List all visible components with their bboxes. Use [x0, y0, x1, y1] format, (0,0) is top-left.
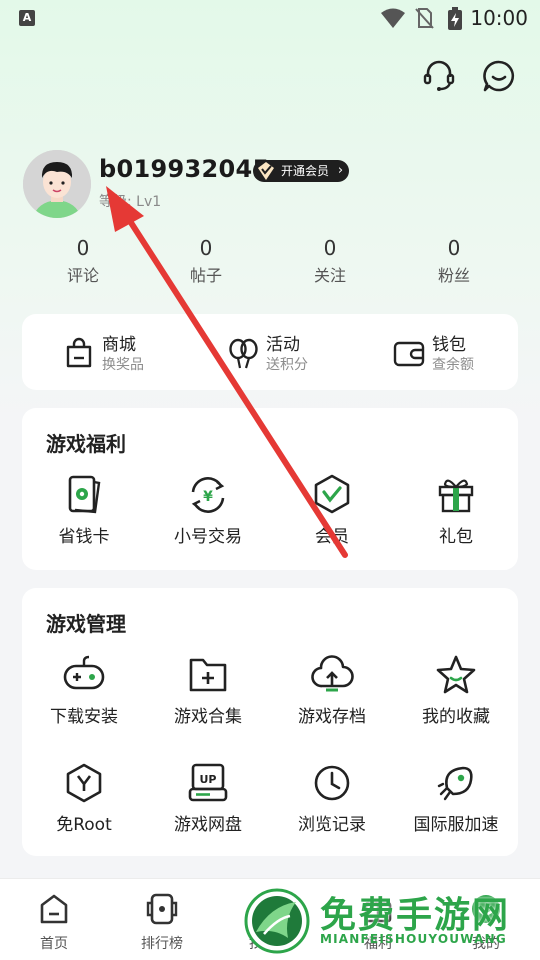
shortcut-subtitle: 查余额	[432, 357, 474, 373]
yuan-exchange-icon: ¥	[191, 477, 225, 513]
grid-item-label: 小号交易	[174, 527, 242, 547]
vip-diamond-icon	[258, 162, 274, 180]
manage-item-favorites[interactable]: 我的收藏	[394, 652, 518, 727]
shortcut-activity[interactable]: 活动 送积分	[226, 328, 346, 376]
rocket-icon	[437, 766, 473, 801]
grid-item-label: 游戏存档	[298, 707, 366, 727]
stat-label: 关注	[313, 266, 346, 285]
username: b019932045	[99, 155, 270, 183]
message-icon[interactable]	[481, 58, 517, 94]
manage-item-history[interactable]: 浏览记录	[270, 760, 394, 835]
game-management-card: 游戏管理 下载安装 游戏合集 游戏存档 我的收藏 免Root UP 游戏网盘 浏…	[22, 588, 518, 856]
avatar[interactable]	[23, 150, 91, 218]
status-bar: A 10:00	[0, 0, 540, 36]
nav-ranking[interactable]: 排行榜	[108, 891, 216, 953]
watermark-subtext: MIANFEISHOUYOUWANG	[320, 932, 507, 946]
welfare-item-account-trade[interactable]: ¥ 小号交易	[146, 472, 270, 547]
grid-item-label: 游戏合集	[174, 707, 242, 727]
nav-home[interactable]: 首页	[0, 891, 108, 953]
stat-label: 评论	[66, 266, 99, 285]
shortcut-subtitle: 换奖品	[102, 357, 144, 373]
wifi-icon	[381, 8, 405, 28]
stat-value: 0	[447, 236, 461, 260]
no-sim-icon	[415, 8, 434, 29]
vip-label: 开通会员	[281, 164, 330, 178]
stat-posts[interactable]: 0 帖子	[156, 234, 256, 290]
user-level: 等级: Lv1	[99, 194, 162, 210]
grid-item-label: 我的收藏	[422, 707, 490, 727]
shortcut-title: 商城	[102, 335, 136, 355]
stat-comments[interactable]: 0 评论	[33, 234, 133, 290]
stat-value: 0	[76, 236, 90, 260]
folder-plus-icon	[189, 658, 227, 692]
y-hexagon-icon	[66, 763, 102, 803]
stat-value: 0	[323, 236, 337, 260]
home-icon	[40, 894, 68, 924]
shortcut-title: 钱包	[432, 335, 466, 355]
grid-item-label: 会员	[315, 527, 349, 547]
vip-open-button[interactable]: 开通会员 ›	[253, 160, 350, 182]
shortcuts-card: 商城 换奖品 活动 送积分 钱包 查余额	[22, 314, 518, 390]
ranking-icon	[146, 893, 178, 925]
grid-item-label: 浏览记录	[298, 815, 366, 835]
star-icon	[436, 655, 476, 694]
nav-label: 排行榜	[141, 936, 183, 952]
manage-item-global-boost[interactable]: 国际服加速	[394, 760, 518, 835]
grid-item-label: 国际服加速	[413, 815, 499, 835]
watermark: 免费手游网 MIANFEISHOUYOUWANG	[244, 886, 540, 956]
user-stats: 0 评论 0 帖子 0 关注 0 粉丝	[22, 234, 518, 294]
vip-shield-icon	[314, 474, 350, 514]
shortcut-subtitle: 送积分	[266, 357, 308, 373]
up-drive-icon: UP	[188, 763, 228, 802]
avatar-illustration	[23, 150, 91, 218]
chevron-right-icon: ›	[337, 163, 344, 178]
cloud-upload-icon	[311, 655, 354, 692]
customer-service-icon[interactable]	[421, 58, 457, 94]
stat-fans[interactable]: 0 粉丝	[404, 234, 504, 290]
gamepad-icon	[63, 655, 105, 690]
gift-icon	[438, 479, 474, 513]
welfare-item-vip[interactable]: 会员	[270, 472, 394, 547]
manage-item-download[interactable]: 下载安装	[22, 652, 146, 727]
grid-item-label: 游戏网盘	[174, 815, 242, 835]
app-notification-icon: A	[19, 10, 35, 26]
manage-item-cloud-drive[interactable]: UP 游戏网盘	[146, 760, 270, 835]
manage-item-no-root[interactable]: 免Root	[22, 760, 146, 835]
welfare-item-gift[interactable]: 礼包	[394, 472, 518, 547]
section-title: 游戏福利	[46, 432, 126, 456]
watermark-logo	[244, 888, 310, 954]
manage-item-saves[interactable]: 游戏存档	[270, 652, 394, 727]
shortcut-mall[interactable]: 商城 换奖品	[62, 328, 182, 376]
section-title: 游戏管理	[46, 612, 126, 636]
stat-following[interactable]: 0 关注	[280, 234, 380, 290]
svg-text:UP: UP	[200, 773, 217, 786]
grid-item-label: 免Root	[56, 815, 112, 835]
shortcut-title: 活动	[266, 335, 300, 355]
svg-text:¥: ¥	[203, 489, 213, 505]
wallet-icon	[393, 341, 425, 367]
battery-charging-icon	[448, 7, 462, 30]
money-card-icon	[68, 475, 101, 514]
stat-value: 0	[199, 236, 213, 260]
grid-item-label: 礼包	[439, 527, 473, 547]
welfare-item-money-card[interactable]: 省钱卡	[22, 472, 146, 547]
stat-label: 粉丝	[437, 266, 470, 285]
nav-label: 首页	[40, 936, 68, 952]
grid-item-label: 省钱卡	[58, 527, 110, 547]
game-welfare-card: 游戏福利 省钱卡 ¥ 小号交易 会员 礼包	[22, 408, 518, 570]
status-time: 10:00	[470, 6, 528, 30]
watermark-text: 免费手游网	[320, 895, 511, 936]
shortcut-wallet[interactable]: 钱包 查余额	[392, 328, 512, 376]
manage-item-collection[interactable]: 游戏合集	[146, 652, 270, 727]
shopping-bag-icon	[66, 337, 92, 368]
balloons-icon	[229, 338, 258, 369]
stat-label: 帖子	[189, 266, 222, 285]
clock-icon	[314, 765, 350, 801]
grid-item-label: 下载安装	[50, 707, 118, 727]
